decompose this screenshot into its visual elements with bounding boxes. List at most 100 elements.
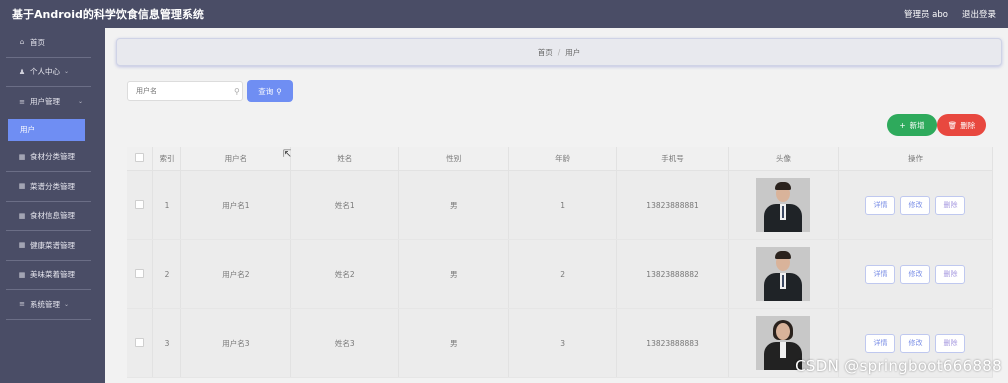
add-button-label: 新增 xyxy=(909,120,925,130)
column-header: 索引 xyxy=(152,147,182,171)
age-cell: 2 xyxy=(508,239,618,309)
row-checkbox[interactable] xyxy=(135,199,145,209)
home-icon: ⌂ xyxy=(19,38,25,47)
detail-button[interactable]: 详情 xyxy=(865,333,896,353)
name-cell: 姓名3 xyxy=(290,308,400,378)
delete-button[interactable]: 🗑 删除 xyxy=(937,114,986,136)
sidebar-item-healthy-recipes[interactable]: ▦ 健康菜谱管理 ⌄ xyxy=(6,231,91,261)
trash-icon: 🗑 xyxy=(947,120,958,130)
app-title: 基于Android的科学饮食信息管理系统 xyxy=(12,8,204,21)
edit-button[interactable]: 修改 xyxy=(900,264,931,284)
sidebar-subitem-label: 用户 xyxy=(20,125,35,134)
list-icon: ≡ xyxy=(19,97,25,106)
header-actions: 管理员 abo 退出登录 xyxy=(904,8,996,20)
list-icon: ≡ xyxy=(19,300,25,309)
row-checkbox[interactable] xyxy=(135,337,145,347)
logout-link[interactable]: 退出登录 xyxy=(962,8,996,20)
username-cell: 用户名1 xyxy=(180,170,292,240)
row-select-cell[interactable] xyxy=(127,308,154,378)
edit-button[interactable]: 修改 xyxy=(900,195,931,215)
row-delete-button[interactable]: 删除 xyxy=(935,333,966,353)
column-header: 手机号 xyxy=(616,147,730,171)
table-row: 2 用户名2 姓名2 男 2 13823888882 详情 修改 删除 xyxy=(127,239,994,309)
select-all-cell[interactable] xyxy=(127,147,154,171)
gender-cell: 男 xyxy=(398,239,510,309)
phone-cell: 13823888881 xyxy=(616,170,730,240)
user-table: 索引 用户名 姓名 性别 年龄 手机号 头像 操作 1 用户名1 姓名1 男 1… xyxy=(127,147,994,378)
chevron-down-icon: ⌄ xyxy=(63,182,69,190)
grid-icon: ▦ xyxy=(18,270,26,279)
sidebar-item-ingredient-category[interactable]: ▦ 食材分类管理 ⌄ xyxy=(6,143,91,172)
chevron-down-icon: ⌄ xyxy=(63,68,69,76)
table-row: 1 用户名1 姓名1 男 1 13823888881 详情 修改 删除 xyxy=(127,170,994,240)
sidebar-item-user-management[interactable]: ≡ 用户管理 ⌄ xyxy=(0,87,105,117)
actions-cell: 详情 修改 删除 xyxy=(838,170,994,240)
phone-cell: 13823888882 xyxy=(616,239,730,309)
breadcrumb-home[interactable]: 首页 xyxy=(538,47,553,58)
index-cell: 3 xyxy=(152,308,182,378)
sidebar-item-tasty-dishes[interactable]: ▦ 美味菜着管理 ⌄ xyxy=(6,261,91,290)
column-header: 性别 xyxy=(398,147,510,171)
user-icon: ♟ xyxy=(18,67,26,76)
age-cell: 1 xyxy=(508,170,618,240)
app-window: 基于Android的科学饮食信息管理系统 管理员 abo 退出登录 ⌂ 首页 ♟… xyxy=(0,0,1008,383)
gender-cell: 男 xyxy=(398,308,510,378)
sidebar-item-profile[interactable]: ♟ 个人中心 ⌄ xyxy=(6,58,91,87)
watermark: CSDN @springboot666888 xyxy=(795,357,1002,375)
column-header: 年龄 xyxy=(508,147,618,171)
search-icon: ⚲ xyxy=(234,86,240,96)
row-delete-button[interactable]: 删除 xyxy=(935,195,966,215)
row-select-cell[interactable] xyxy=(127,239,154,309)
name-cell: 姓名1 xyxy=(290,170,400,240)
grid-icon: ▦ xyxy=(18,182,26,191)
grid-icon: ▦ xyxy=(18,211,26,220)
select-all-checkbox[interactable] xyxy=(135,153,145,162)
add-button[interactable]: + 新增 xyxy=(887,114,937,136)
row-delete-button[interactable]: 删除 xyxy=(935,264,966,284)
top-header: 基于Android的科学饮食信息管理系统 管理员 abo 退出登录 xyxy=(0,0,1008,28)
avatar xyxy=(756,178,811,232)
index-cell: 2 xyxy=(152,239,182,309)
mouse-cursor-icon: ⇱ xyxy=(283,149,292,160)
table-header-row: 索引 用户名 姓名 性别 年龄 手机号 头像 操作 xyxy=(127,147,994,171)
plus-icon: + xyxy=(899,120,906,130)
admin-label: 管理员 abo xyxy=(903,10,948,20)
detail-button[interactable]: 详情 xyxy=(865,264,896,284)
username-cell: 用户名3 xyxy=(180,308,292,378)
sidebar-item-home[interactable]: ⌂ 首页 xyxy=(6,28,91,58)
column-header: 姓名 xyxy=(290,147,400,171)
chevron-down-icon: ⌄ xyxy=(77,98,83,106)
search-field[interactable]: ⚲ xyxy=(127,81,243,101)
sidebar-item-system[interactable]: ≡ 系统管理 ⌄ xyxy=(6,290,91,320)
index-cell: 1 xyxy=(152,170,182,240)
row-checkbox[interactable] xyxy=(135,268,145,278)
breadcrumb-current: 用户 xyxy=(565,47,581,57)
avatar-cell xyxy=(728,239,839,309)
detail-button[interactable]: 详情 xyxy=(865,195,896,215)
actions-cell: 详情 修改 删除 xyxy=(838,239,994,309)
sidebar-item-label: 首页 xyxy=(30,37,45,47)
sidebar: ⌂ 首页 ♟ 个人中心 ⌄ ≡ 用户管理 ⌄ 用户 ▦ 食材分类管理 ⌄ ▦ 菜… xyxy=(0,28,105,383)
name-cell: 姓名2 xyxy=(290,239,400,309)
search-button-label: 查询 xyxy=(258,86,274,96)
search-button[interactable]: 查询 ⚲ xyxy=(247,80,293,102)
chevron-down-icon: ⌄ xyxy=(63,271,69,279)
search-input[interactable] xyxy=(134,86,232,96)
grid-icon: ▦ xyxy=(18,152,26,161)
sidebar-subitem-users[interactable]: 用户 xyxy=(8,118,85,141)
search-icon: ⚲ xyxy=(276,86,282,96)
breadcrumb: 首页 / 用户 xyxy=(116,38,1002,66)
username-cell: 用户名2 xyxy=(180,239,292,309)
sidebar-item-label: 个人中心 xyxy=(30,67,60,77)
chevron-down-icon: ⌄ xyxy=(63,212,69,220)
breadcrumb-separator: / xyxy=(557,47,561,57)
delete-button-label: 删除 xyxy=(960,120,976,130)
chevron-down-icon: ⌄ xyxy=(63,300,69,308)
edit-button[interactable]: 修改 xyxy=(900,333,931,353)
sidebar-item-ingredient-info[interactable]: ▦ 食材信息管理 ⌄ xyxy=(6,202,91,231)
sidebar-item-recipe-category[interactable]: ▦ 菜谱分类管理 ⌄ xyxy=(6,172,91,202)
sidebar-item-label: 用户管理 xyxy=(30,97,60,107)
age-cell: 3 xyxy=(508,308,618,378)
phone-cell: 13823888883 xyxy=(616,308,730,378)
row-select-cell[interactable] xyxy=(127,170,154,240)
